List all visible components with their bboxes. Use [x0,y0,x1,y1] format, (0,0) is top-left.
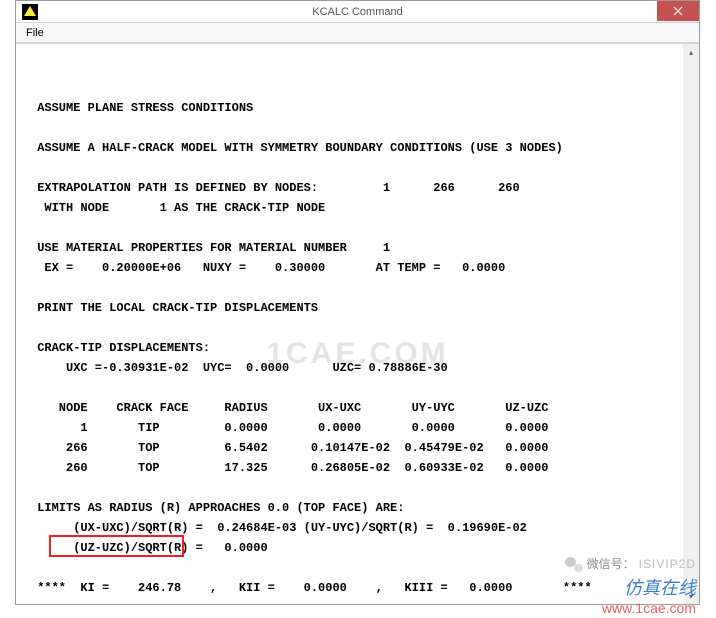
output-line: 1 TIP 0.0000 0.0000 0.0000 0.0000 [30,421,548,435]
wechat-icon [565,556,583,572]
brand-footer: 微信号： ISIVIP2D 仿真在线 www.1cae.com [565,555,696,616]
output-line: LIMITS AS RADIUS (R) APPROACHES 0.0 (TOP… [30,501,404,515]
output-line: **** KI = 246.78 , KII = 0.0000 , KIII =… [30,581,592,595]
output-line: ASSUME PLANE STRESS CONDITIONS [30,101,253,115]
close-button[interactable] [657,1,699,21]
kcalc-window: KCALC Command File 1CAE.COM ASSUME PLANE… [15,0,700,605]
output-line: PRINT THE LOCAL CRACK-TIP DISPLACEMENTS [30,301,318,315]
output-line: EXTRAPOLATION PATH IS DEFINED BY NODES: … [30,181,520,195]
output-line: WITH NODE 1 AS THE CRACK-TIP NODE [30,201,325,215]
menu-file[interactable]: File [20,25,50,41]
scroll-up-icon[interactable]: ▴ [683,44,699,60]
menubar: File [16,23,699,43]
window-title: KCALC Command [312,6,402,18]
brand-name: 仿真在线 [565,574,696,600]
output-line: ASSUME A HALF-CRACK MODEL WITH SYMMETRY … [30,141,563,155]
app-icon [22,4,38,20]
output-line: 266 TOP 6.5402 0.10147E-02 0.45479E-02 0… [30,441,548,455]
output-line: NODE CRACK FACE RADIUS UX-UXC UY-UYC UZ-… [30,401,548,415]
output-line: (UZ-UZC)/SQRT(R) = 0.0000 [30,541,268,555]
output-line: 260 TOP 17.325 0.26805E-02 0.60933E-02 0… [30,461,548,475]
output-line: USE MATERIAL PROPERTIES FOR MATERIAL NUM… [30,241,390,255]
scrollbar[interactable]: ▴ ▾ [683,44,699,604]
titlebar[interactable]: KCALC Command [16,1,699,23]
brand-url: www.1cae.com [565,600,696,616]
output-line: EX = 0.20000E+06 NUXY = 0.30000 AT TEMP … [30,261,505,275]
wechat-label: 微信号： [587,555,635,572]
content-area: 1CAE.COM ASSUME PLANE STRESS CONDITIONS … [16,43,699,604]
wechat-id: ISIVIP2D [639,557,696,571]
output-text: 1CAE.COM ASSUME PLANE STRESS CONDITIONS … [16,44,699,604]
close-icon [673,6,683,16]
brand-wechat: 微信号： ISIVIP2D [565,555,696,572]
output-line: (UX-UXC)/SQRT(R) = 0.24684E-03 (UY-UYC)/… [30,521,527,535]
output-line: UXC =-0.30931E-02 UYC= 0.0000 UZC= 0.788… [30,361,448,375]
output-line: CRACK-TIP DISPLACEMENTS: [30,341,210,355]
